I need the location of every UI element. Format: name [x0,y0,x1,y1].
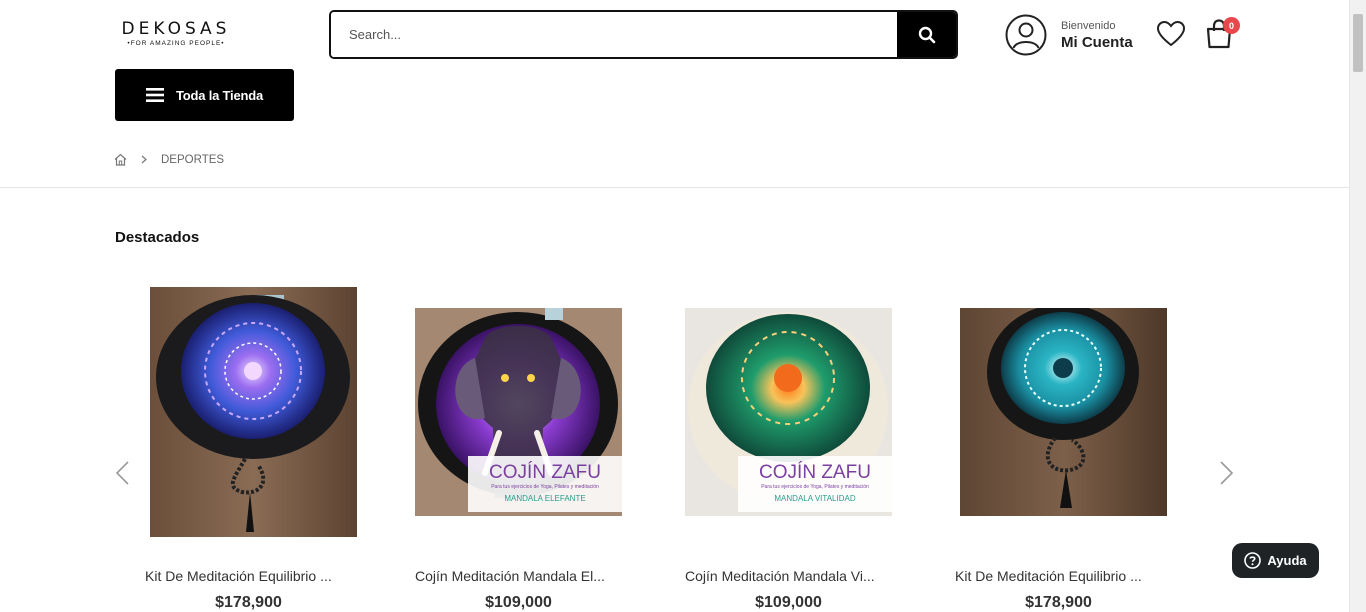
account-name: Mi Cuenta [1061,33,1133,51]
product-name[interactable]: Kit De Meditación Equilibrio ... [955,568,1171,584]
section-title: Destacados [115,229,200,246]
product-price: $178,900 [215,594,282,611]
overlay-name: MANDALA VITALIDAD [774,494,856,503]
search-bar [329,10,958,59]
product-price: $109,000 [755,594,822,611]
product-name[interactable]: Cojín Meditación Mandala El... [415,568,631,584]
product-price: $109,000 [485,594,552,611]
product-price: $178,900 [1025,594,1092,611]
question-circle-icon [1244,552,1262,569]
user-icon [1005,14,1047,56]
product-card[interactable]: COJÍN ZAFU Para tus ejercicios de Yoga, … [415,308,631,611]
overlay-subtitle: Para tus ejercicios de Yoga, Pilates y m… [491,484,599,490]
product-card[interactable]: COJÍN ZAFU Para tus ejercicios de Yoga, … [685,308,901,611]
account-welcome: Bienvenido [1061,19,1116,32]
page-scrollbar[interactable] [1349,0,1366,612]
logo[interactable]: DEKOSAS •FOR AMAZING PEOPLE• [119,20,233,50]
search-icon [918,26,935,43]
carousel-next-arrow[interactable] [1219,460,1235,486]
heart-icon[interactable] [1156,20,1186,48]
product-card[interactable]: Kit De Meditación Equilibrio ... $178,90… [145,287,361,611]
all-store-menu-button[interactable]: Toda la Tienda [115,69,294,121]
breadcrumb: DEPORTES [114,153,224,166]
product-name[interactable]: Kit De Meditación Equilibrio ... [145,568,361,584]
overlay-title: COJÍN ZAFU [489,462,601,483]
scrollbar-thumb[interactable] [1353,14,1363,72]
header-divider [0,187,1349,188]
breadcrumb-current[interactable]: DEPORTES [161,154,224,166]
search-button[interactable] [897,12,956,57]
product-image[interactable] [149,287,357,537]
account-link[interactable]: Bienvenido Mi Cuenta [1005,14,1133,56]
help-button[interactable]: Ayuda [1232,543,1319,578]
product-image-overlay: COJÍN ZAFU Para tus ejercicios de Yoga, … [738,456,892,512]
overlay-name: MANDALA ELEFANTE [504,494,586,503]
product-card[interactable]: Kit De Meditación Equilibrio ... $178,90… [955,304,1171,611]
product-name[interactable]: Cojín Meditación Mandala Vi... [685,568,901,584]
carousel-prev-arrow[interactable] [114,460,130,486]
menu-icon [146,88,164,102]
logo-name: DEKOSAS [121,19,231,39]
overlay-subtitle: Para tus ejercicios de Yoga, Pilates y m… [761,484,869,490]
all-store-label: Toda la Tienda [176,87,264,103]
logo-tagline: •FOR AMAZING PEOPLE• [127,40,225,47]
home-icon[interactable] [114,153,127,166]
help-label: Ayuda [1267,553,1307,568]
search-input[interactable] [331,12,897,57]
product-image[interactable] [959,304,1167,516]
cart-count-badge: 0 [1223,17,1240,34]
overlay-title: COJÍN ZAFU [759,462,871,483]
product-image-overlay: COJÍN ZAFU Para tus ejercicios de Yoga, … [468,456,622,512]
chevron-right-icon [141,155,147,164]
